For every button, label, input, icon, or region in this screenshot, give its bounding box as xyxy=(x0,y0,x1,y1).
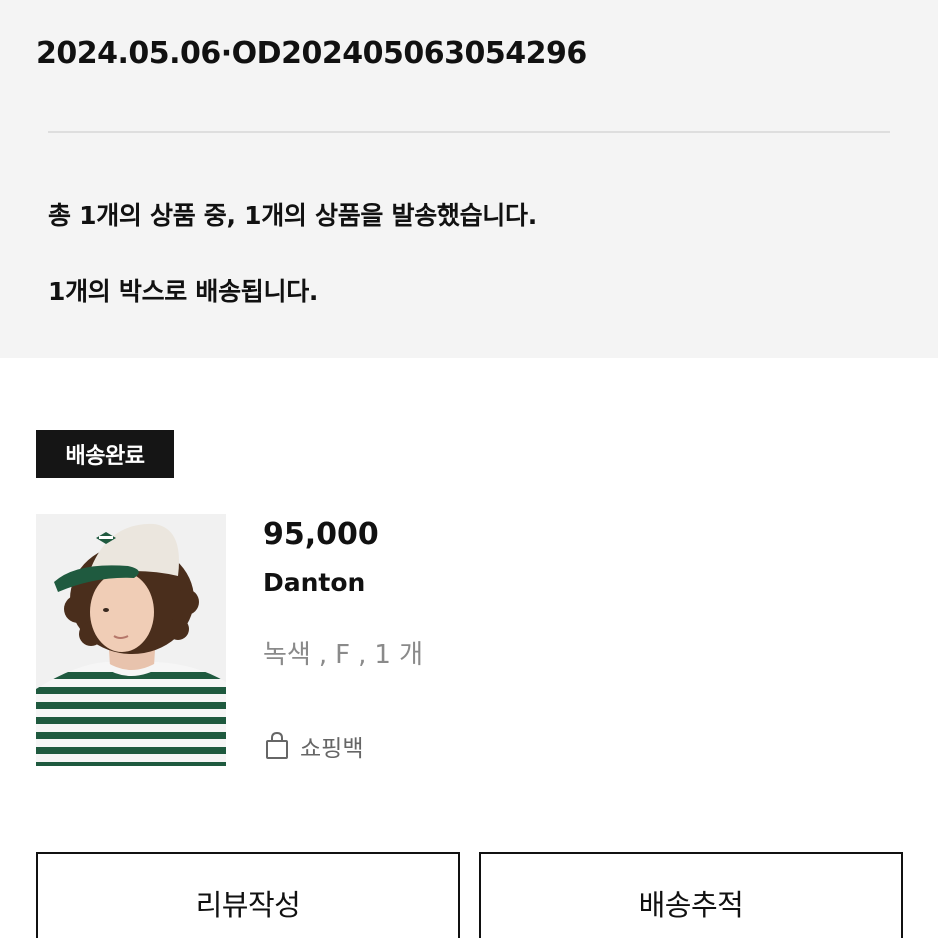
product-options: 녹색, F, 1 개 xyxy=(263,634,423,671)
order-date-id: 2024.05.06·OD202405063054296 xyxy=(36,36,587,71)
option-quantity: 1 개 xyxy=(374,640,424,670)
order-summary-section: 2024.05.06·OD202405063054296 총 1개의 상품 중,… xyxy=(0,0,938,358)
product-brand[interactable]: Danton xyxy=(263,568,365,597)
option-separator: , xyxy=(358,640,367,670)
option-size: F xyxy=(335,640,351,670)
divider xyxy=(48,131,890,133)
shipped-summary-text: 총 1개의 상품 중, 1개의 상품을 발송했습니다. xyxy=(48,201,537,230)
product-price: 95,000 xyxy=(263,517,379,552)
delivery-status-badge: 배송완료 xyxy=(36,430,174,478)
option-color: 녹색 xyxy=(263,640,311,670)
track-delivery-button[interactable]: 배송추적 xyxy=(479,852,903,938)
packaging-label: 쇼핑백 xyxy=(300,736,364,762)
box-summary-text: 1개의 박스로 배송됩니다. xyxy=(48,277,319,306)
option-separator: , xyxy=(318,640,328,670)
packaging-info: 쇼핑백 xyxy=(264,730,363,762)
write-review-button[interactable]: 리뷰작성 xyxy=(36,852,460,938)
shopping-bag-icon xyxy=(264,731,290,761)
product-image[interactable] xyxy=(36,514,226,766)
